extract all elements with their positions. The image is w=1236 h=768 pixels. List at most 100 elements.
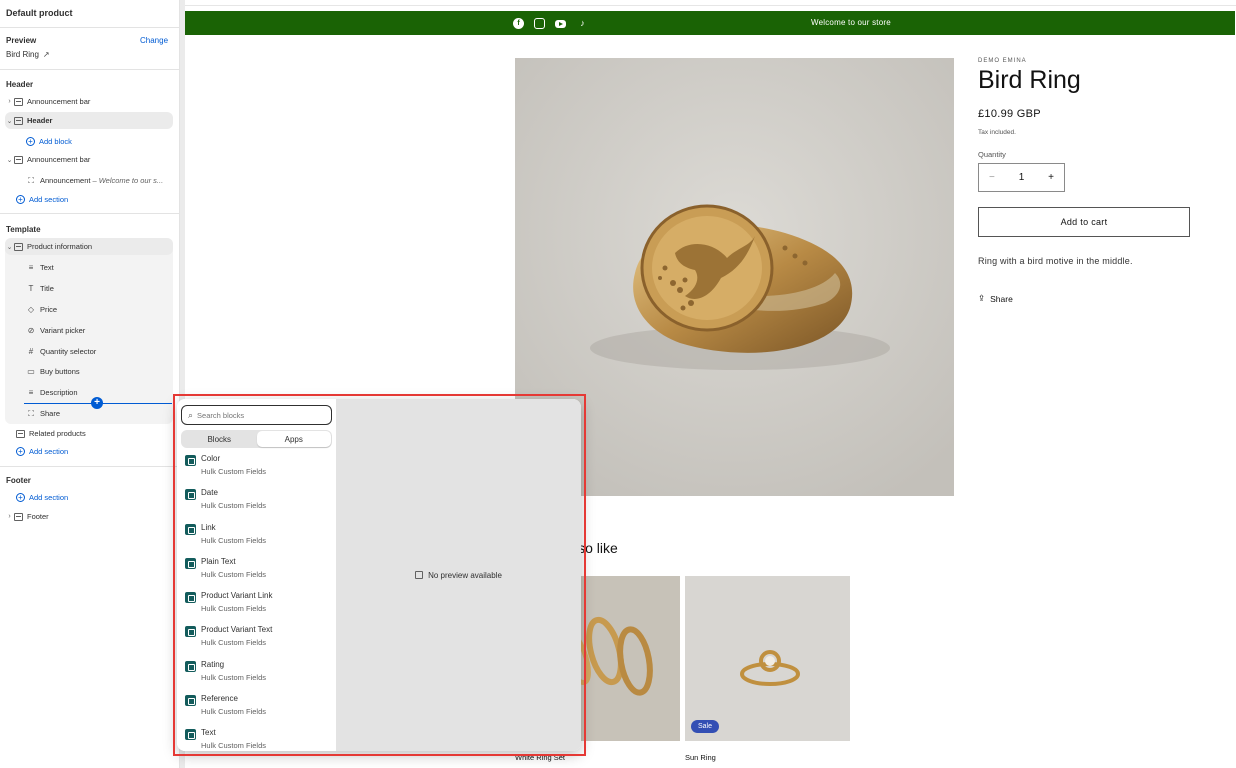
header-add-section-button[interactable]: + Add section <box>16 191 172 208</box>
block-label: Text <box>40 263 54 272</box>
template-add-section-button[interactable]: + Add section <box>16 443 172 460</box>
block-text[interactable]: ≡ Text <box>26 259 172 276</box>
block-title[interactable]: T Title <box>26 280 172 297</box>
quantity-plus-button[interactable]: + <box>1048 172 1054 183</box>
plus-circle-icon: + <box>16 493 25 502</box>
add-to-cart-button[interactable]: Add to cart <box>978 207 1190 237</box>
quantity-minus-button[interactable]: − <box>989 172 995 183</box>
section-announcement-bar-2[interactable]: ⌄ Announcement bar <box>5 151 173 168</box>
block-label: Buy buttons <box>40 367 80 376</box>
divider <box>0 69 180 70</box>
divider <box>0 213 180 214</box>
section-icon <box>14 155 23 164</box>
preview-product[interactable]: Bird Ring ↗ <box>6 50 50 59</box>
block-label: Price <box>40 305 58 314</box>
quantity-label: Quantity <box>978 150 1006 159</box>
footer-add-section-button[interactable]: + Add section <box>16 489 172 506</box>
section-label: Announcement bar <box>27 97 91 106</box>
tiktok-icon[interactable]: ♪ <box>576 17 589 30</box>
share-button[interactable]: ⇪ Share <box>978 293 1013 304</box>
block-label: Announcement <box>40 176 91 185</box>
template-group-label: Template <box>6 225 41 234</box>
section-label: Header <box>27 116 53 125</box>
divider <box>0 466 180 467</box>
block-label: Quantity selector <box>40 347 97 356</box>
divider <box>185 5 1236 6</box>
change-preview-link[interactable]: Change <box>140 36 168 45</box>
section-related-products[interactable]: Related products <box>16 425 172 442</box>
block-label: Variant picker <box>40 326 86 335</box>
add-block-button[interactable]: + Add block <box>26 133 172 150</box>
share-label: Share <box>990 293 1013 304</box>
preview-label: Preview <box>6 36 37 45</box>
section-label: Footer <box>27 512 49 521</box>
block-buy-buttons[interactable]: ▭ Buy buttons <box>26 363 172 380</box>
plus-circle-icon: + <box>26 137 35 146</box>
tax-note: Tax included. <box>978 129 1016 136</box>
block-detail: – Welcome to our s... <box>92 176 164 185</box>
section-announcement-bar[interactable]: › Announcement bar <box>5 93 173 110</box>
text-lines-icon: ≡ <box>28 263 34 272</box>
announcement-text: Welcome to our store <box>811 18 891 27</box>
block-announcement[interactable]: ⛶ Announcement – Welcome to our s... <box>26 172 172 189</box>
sun-ring-illustration <box>685 576 850 741</box>
section-icon <box>14 116 23 125</box>
section-icon <box>14 242 23 251</box>
plus-circle-icon: + <box>16 447 25 456</box>
product-description: Ring with a bird motive in the middle. <box>978 256 1133 266</box>
chevron-down-icon: ⌄ <box>6 117 13 125</box>
block-icon: ⛶ <box>28 175 34 185</box>
buy-button-icon: ▭ <box>27 367 35 376</box>
chevron-down-icon: ⌄ <box>6 156 13 164</box>
block-icon: ⛶ <box>28 408 34 418</box>
block-quantity-selector[interactable]: # Quantity selector <box>26 343 172 360</box>
section-footer[interactable]: › Footer <box>5 508 173 525</box>
social-icons: f ♪ <box>513 17 589 30</box>
section-product-information[interactable]: ⌄ Product information <box>5 238 173 255</box>
section-icon <box>14 512 23 521</box>
section-icon <box>14 97 23 106</box>
editor-sidebar: Default product Preview Change Bird Ring… <box>0 0 180 768</box>
block-label: Share <box>40 409 61 418</box>
insert-block-plus-icon[interactable]: + <box>91 397 103 409</box>
title-icon: T <box>28 284 34 293</box>
quantity-selector: − 1 + <box>978 163 1065 192</box>
section-label: Announcement bar <box>27 155 91 164</box>
chevron-down-icon: ⌄ <box>6 243 13 251</box>
youtube-icon[interactable] <box>555 20 566 28</box>
product-price: £10.99 GBP <box>978 108 1041 120</box>
product-vendor: DEMO EMINA <box>978 58 1027 64</box>
external-link-icon: ↗ <box>42 50 50 59</box>
price-tag-icon: ◇ <box>27 305 35 314</box>
theme-editor: Default product Preview Change Bird Ring… <box>0 0 1236 768</box>
instagram-icon[interactable] <box>534 18 545 29</box>
facebook-icon[interactable]: f <box>513 18 524 29</box>
announcement-bar: f ♪ Welcome to our store <box>185 11 1235 35</box>
template-title: Default product <box>6 8 73 18</box>
quantity-input[interactable]: 1 <box>1019 172 1025 183</box>
block-label: Title <box>40 284 54 293</box>
section-label: Related products <box>29 429 86 438</box>
add-section-label: Add section <box>29 195 69 204</box>
add-section-label: Add section <box>29 447 69 456</box>
block-label: Description <box>40 388 78 397</box>
highlight-box <box>173 394 586 756</box>
section-icon <box>16 429 25 438</box>
divider <box>0 27 180 28</box>
section-label: Product information <box>27 242 93 251</box>
footer-group-label: Footer <box>6 476 31 485</box>
preview-product-name: Bird Ring <box>6 50 39 59</box>
block-price[interactable]: ◇ Price <box>26 301 172 318</box>
chevron-right-icon: › <box>8 98 11 105</box>
chevron-right-icon: › <box>8 513 11 520</box>
product-title: Bird Ring <box>978 66 1081 94</box>
product-card-image[interactable]: Sale <box>685 576 850 741</box>
sale-badge: Sale <box>691 720 720 733</box>
variant-icon: ⊘ <box>27 326 35 335</box>
section-header[interactable]: ⌄ Header <box>5 112 173 129</box>
add-section-label: Add section <box>29 493 69 502</box>
plus-circle-icon: + <box>16 195 25 204</box>
share-icon: ⇪ <box>978 293 986 303</box>
block-variant-picker[interactable]: ⊘ Variant picker <box>26 322 172 339</box>
product-card-name[interactable]: Sun Ring <box>685 753 716 762</box>
